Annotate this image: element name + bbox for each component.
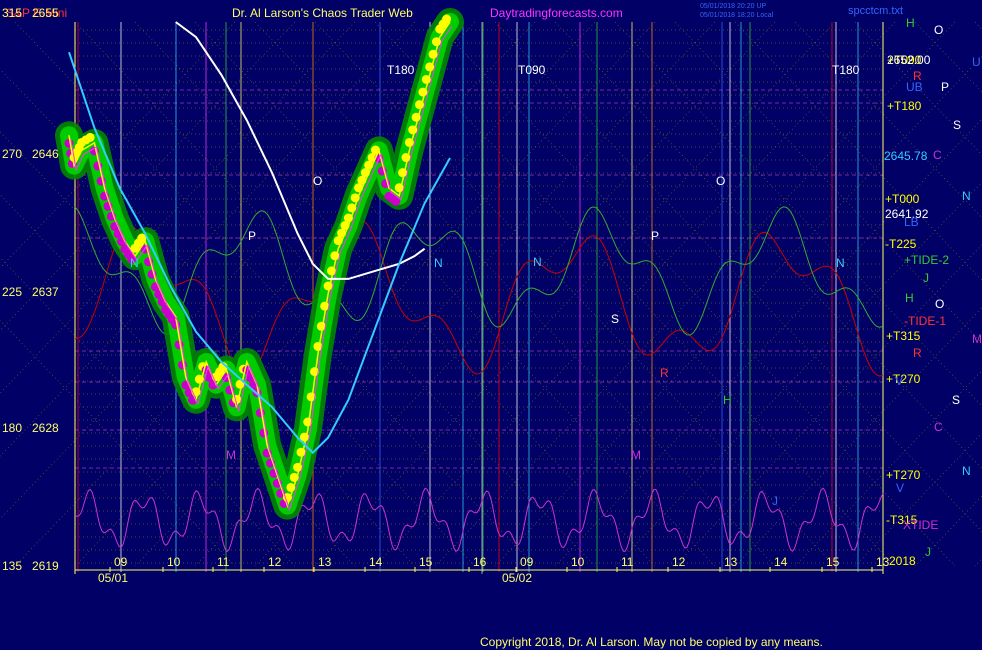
chart-annotation: O <box>716 174 725 188</box>
y-axis-angle-label: 270 <box>2 147 22 161</box>
chart-annotation: T180 <box>387 63 415 77</box>
planet-glyph: C <box>934 420 943 434</box>
y-axis-price-label: 2628 <box>32 421 59 435</box>
x-tick-label: 11 <box>217 555 230 569</box>
x-tick-label: 10 <box>167 555 181 569</box>
planet-glyph: H <box>905 291 914 305</box>
data-file-name: spcctcm.txt <box>848 5 903 17</box>
planet-glyph: S <box>953 118 961 132</box>
x-tick-label: 12 <box>268 555 282 569</box>
x-tick-label: 10 <box>571 555 585 569</box>
planet-glyph: V <box>896 481 904 495</box>
x-tick-label: 13 <box>876 555 890 569</box>
chart-annotation: N <box>533 255 542 269</box>
right-level-label: -T225 <box>885 237 917 251</box>
planet-glyph: J <box>925 545 931 559</box>
y-axis-angle-label: 135 <box>2 559 22 573</box>
y-axis-price-label: 2646 <box>32 147 59 161</box>
x-tick-label: 09 <box>114 555 128 569</box>
x-tick-label: 13 <box>724 555 738 569</box>
right-level-label: 2645.78 <box>884 149 928 163</box>
right-level-label: +T315 <box>886 329 921 343</box>
planet-glyph: H <box>906 16 915 30</box>
x-tick-label: 15 <box>419 555 433 569</box>
chart-annotation: N <box>434 256 443 270</box>
x-tick-label: 12 <box>672 555 686 569</box>
planet-glyph: O <box>935 297 944 311</box>
planet-glyph: O <box>934 23 943 37</box>
right-level-label: 2018 <box>889 554 916 568</box>
right-level-label: +T270 <box>886 468 921 482</box>
chart-annotation: S <box>611 312 619 326</box>
chart-annotation: J <box>772 494 778 508</box>
chart-svg: S&P E-Mini Dr. Al Larson's Chaos Trader … <box>0 0 982 650</box>
x-tick-label: 14 <box>774 555 788 569</box>
x-tick-label: 14 <box>369 555 383 569</box>
x-tick-label: 09 <box>520 555 534 569</box>
y-axis-price-label: 2619 <box>32 559 59 573</box>
timestamp-utc: 05/01/2018 20:20 UP <box>700 3 766 10</box>
chart-annotation: P <box>248 229 256 243</box>
right-level-label: 2652.00 <box>887 53 931 67</box>
up-marker <box>85 132 95 142</box>
planet-glyph: LB <box>904 215 919 229</box>
planet-glyph: R <box>913 346 922 360</box>
chart-title: Dr. Al Larson's Chaos Trader Web <box>232 6 413 20</box>
x-tick-label: 11 <box>621 555 634 569</box>
right-level-label: +TIDE-2 <box>904 253 949 267</box>
copyright-footer: Copyright 2018, Dr. Al Larson. May not b… <box>480 635 823 649</box>
timestamp-local: 05/01/2018 18:20 Local <box>700 12 774 19</box>
y-axis-angle-label: 225 <box>2 285 22 299</box>
x-date-label: 05/02 <box>502 571 532 585</box>
chart-annotation: N <box>836 256 845 270</box>
planet-glyph: V <box>895 374 903 388</box>
planet-glyph: S <box>952 393 960 407</box>
x-tick-label: 15 <box>826 555 840 569</box>
y-axis-angle-label: 315 <box>2 6 22 20</box>
y-axis-price-label: 2655 <box>32 6 59 20</box>
right-level-label: -TIDE-1 <box>904 314 946 328</box>
right-level-label: +T000 <box>885 192 920 206</box>
planet-glyph: P <box>941 80 949 94</box>
right-level-label: XTIDE <box>903 518 938 532</box>
chart-annotation: N <box>130 256 139 270</box>
chart-annotation: T090 <box>518 63 546 77</box>
planet-glyph: M <box>972 332 982 346</box>
chart-annotation: P <box>651 229 659 243</box>
planet-glyph: UB <box>906 80 923 94</box>
y-axis-price-label: 2637 <box>32 285 59 299</box>
right-level-label: +T270 <box>886 372 921 386</box>
planet-glyph: J <box>923 271 929 285</box>
x-date-label: 05/01 <box>98 571 128 585</box>
planet-glyph: C <box>933 148 942 162</box>
chart-annotation: M <box>631 448 641 462</box>
chart-annotation: M <box>226 448 236 462</box>
x-tick-label: 13 <box>318 555 332 569</box>
chart-annotation: H <box>723 393 732 407</box>
chart-annotation: O <box>313 174 322 188</box>
chart-annotation: T180 <box>832 63 860 77</box>
planet-glyph: N <box>962 464 971 478</box>
y-axis-angle-label: 180 <box>2 421 22 435</box>
right-level-label: +T180 <box>887 99 922 113</box>
planet-glyph: N <box>962 189 971 203</box>
site-link[interactable]: Daytradingforecasts.com <box>490 6 623 20</box>
chart-annotation: R <box>660 366 669 380</box>
planet-glyph: U <box>972 55 981 69</box>
x-tick-label: 16 <box>473 555 487 569</box>
